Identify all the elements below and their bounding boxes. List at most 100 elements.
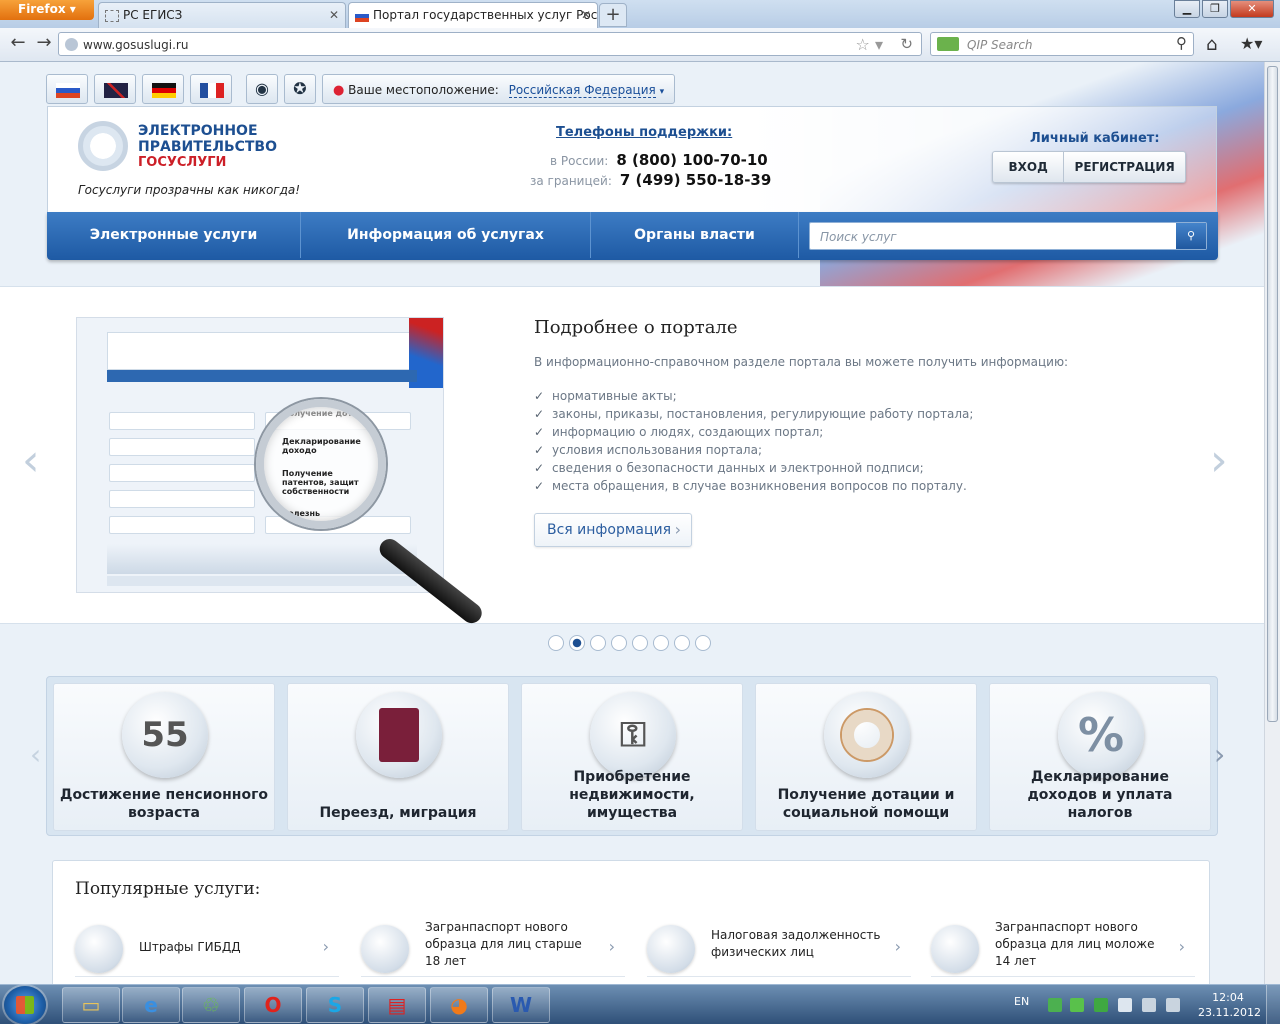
logo-icon[interactable] — [78, 121, 128, 171]
browser-nav-bar: ← → www.gosuslugi.ru ☆ ▾ ↻ QIP Search ⚲ … — [0, 28, 1280, 62]
slider-dot[interactable] — [590, 635, 606, 651]
start-button[interactable] — [4, 986, 46, 1024]
language-indicator[interactable]: EN — [1014, 995, 1029, 1008]
slider-dot[interactable] — [632, 635, 648, 651]
categories-next-icon[interactable]: › — [1214, 738, 1225, 771]
eye-icon[interactable]: ◉ — [246, 74, 278, 104]
logo-title[interactable]: ЭЛЕКТРОННОЕ ПРАВИТЕЛЬСТВО — [138, 123, 288, 155]
slider-dot[interactable] — [548, 635, 564, 651]
minimize-icon[interactable]: ▁ — [1174, 0, 1200, 18]
show-desktop-button[interactable] — [1266, 985, 1280, 1024]
location-value[interactable]: Российская Федерация — [508, 83, 656, 98]
germany-flag-icon — [152, 83, 176, 98]
close-window-icon[interactable]: ✕ — [1230, 0, 1274, 18]
slider-dot[interactable] — [695, 635, 711, 651]
close-icon[interactable]: ✕ — [581, 8, 591, 22]
explorer-taskbar-icon[interactable]: ▭ — [62, 987, 120, 1023]
new-tab-button[interactable]: + — [599, 3, 627, 27]
popular-label: Загранпаспорт нового образца для лиц ста… — [425, 920, 582, 968]
skype-taskbar-icon[interactable]: S — [306, 987, 364, 1023]
lang-de-button[interactable] — [142, 74, 184, 104]
support-row-abroad: за границей: 7 (499) 550-18-39 — [530, 171, 771, 189]
passport-icon — [356, 692, 442, 778]
firefox-menu-button[interactable]: Firefox ▾ — [0, 0, 94, 20]
lang-ru-button[interactable] — [46, 74, 88, 104]
word-taskbar-icon[interactable]: W — [492, 987, 550, 1023]
slider-dots — [548, 635, 711, 651]
recycle-taskbar-icon[interactable]: ♲ — [182, 987, 240, 1023]
popular-item-fines[interactable]: Штрафы ГИБДД › — [75, 919, 339, 977]
firefox-taskbar-icon[interactable]: ◕ — [430, 987, 488, 1023]
opera-taskbar-icon[interactable]: O — [244, 987, 302, 1023]
browser-search-input[interactable]: QIP Search ⚲ — [930, 32, 1194, 56]
forward-arrow-icon[interactable]: → — [34, 34, 54, 54]
shield-icon[interactable] — [1070, 998, 1084, 1012]
menu-services-info[interactable]: Информация об услугах — [301, 212, 591, 258]
reload-icon[interactable]: ↻ — [900, 35, 913, 53]
slider-dot[interactable] — [674, 635, 690, 651]
ie-taskbar-icon[interactable]: e — [122, 987, 180, 1023]
all-info-button[interactable]: Вся информация › — [534, 513, 692, 547]
cabinet-title: Личный кабинет: — [1030, 131, 1160, 146]
maximize-icon[interactable]: ❐ — [1202, 0, 1228, 18]
main-menu: Электронные услуги Информация об услугах… — [47, 212, 1218, 260]
page-scrollbar[interactable] — [1264, 62, 1280, 984]
service-search-input[interactable]: Поиск услуг ⚲ — [809, 222, 1207, 250]
monitor-icon[interactable] — [1142, 998, 1156, 1012]
category-taxes[interactable]: % Декларирование доходов и уплата налого… — [989, 683, 1211, 831]
search-icon[interactable]: ⚲ — [1176, 34, 1187, 52]
tab-rs-egisz[interactable]: РС ЕГИСЗ ✕ — [98, 2, 346, 28]
popular-label: Загранпаспорт нового образца для лиц мол… — [995, 920, 1155, 968]
slider-dot[interactable] — [569, 635, 585, 651]
passport-icon — [361, 925, 409, 973]
slider-dot[interactable] — [653, 635, 669, 651]
list-item: законы, приказы, постановления, регулиру… — [534, 407, 973, 425]
slider-prev-icon[interactable]: ‹ — [22, 435, 40, 486]
globe-icon — [65, 38, 78, 51]
clock[interactable]: 12:04 23.11.2012 — [1198, 990, 1261, 1020]
categories-prev-icon[interactable]: ‹ — [30, 738, 41, 771]
france-flag-icon — [200, 83, 224, 98]
compass-icon[interactable]: ✪ — [284, 74, 316, 104]
logo-subtitle[interactable]: ГОСУСЛУГИ — [138, 155, 226, 170]
bookmarks-icon[interactable]: ★▾ — [1240, 34, 1262, 53]
popular-item-tax-debt[interactable]: Налоговая задолженность физических лиц › — [647, 919, 911, 977]
menu-authorities[interactable]: Органы власти — [591, 212, 799, 258]
category-label: Достижение пенсионного возраста — [59, 787, 269, 821]
network-icon[interactable] — [1048, 998, 1062, 1012]
preview-row — [109, 490, 255, 508]
search-icon[interactable]: ⚲ — [1176, 223, 1206, 249]
location-selector[interactable]: ● Ваше местоположение: Российская Федера… — [322, 74, 676, 104]
menu-electronic-services[interactable]: Электронные услуги — [47, 212, 301, 258]
tax-icon — [647, 925, 695, 973]
popular-item-passport-adult[interactable]: Загранпаспорт нового образца для лиц ста… — [361, 919, 625, 977]
support-title-text: Телефоны поддержки — [556, 125, 728, 140]
lang-fr-button[interactable] — [190, 74, 232, 104]
category-migration[interactable]: Переезд, миграция — [287, 683, 509, 831]
update-icon[interactable] — [1094, 998, 1108, 1012]
bookmark-star-icon[interactable]: ☆ ▾ — [856, 35, 883, 54]
login-button[interactable]: ВХОД — [993, 152, 1065, 182]
category-pension[interactable]: 55 Достижение пенсионного возраста — [53, 683, 275, 831]
close-icon[interactable]: ✕ — [329, 8, 339, 22]
category-property[interactable]: ⚿ Приобретение недвижимости, имущества — [521, 683, 743, 831]
url-bar[interactable]: www.gosuslugi.ru ☆ ▾ ↻ — [58, 32, 922, 56]
percent-icon: % — [1058, 692, 1144, 778]
volume-icon[interactable] — [1166, 998, 1180, 1012]
lang-en-button[interactable] — [94, 74, 136, 104]
preview-footer — [107, 576, 417, 586]
popular-item-passport-child[interactable]: Загранпаспорт нового образца для лиц мол… — [931, 919, 1195, 977]
back-arrow-icon[interactable]: ← — [8, 34, 28, 54]
tab-gosuslugi[interactable]: Портал государственных услуг Рос... ✕ — [348, 2, 598, 28]
clock-time: 12:04 — [1212, 991, 1244, 1004]
scrollbar-thumb[interactable] — [1267, 66, 1278, 722]
preview-header — [107, 332, 417, 370]
support-title[interactable]: Телефоны поддержки: — [556, 125, 732, 140]
slider-dot[interactable] — [611, 635, 627, 651]
category-subsidy[interactable]: Получение дотации и социальной помощи — [755, 683, 977, 831]
register-button[interactable]: РЕГИСТРАЦИЯ — [1064, 152, 1185, 182]
home-icon[interactable]: ⌂ — [1206, 34, 1217, 55]
document-taskbar-icon[interactable]: ▤ — [368, 987, 426, 1023]
slider-next-icon[interactable]: › — [1210, 435, 1228, 486]
flag-icon[interactable] — [1118, 998, 1132, 1012]
